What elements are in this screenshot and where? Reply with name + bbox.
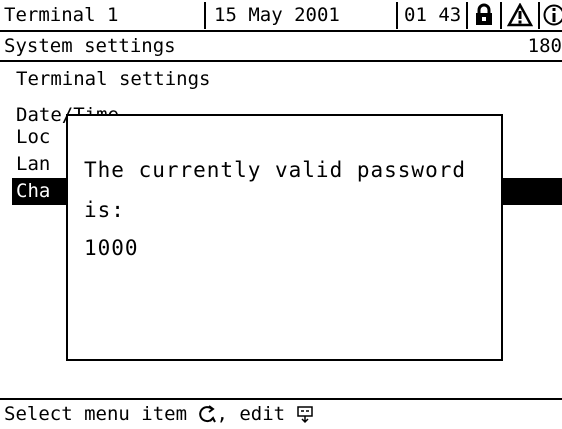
- menu-item-terminal-settings[interactable]: Terminal settings: [16, 66, 210, 93]
- status-bar: Terminal 1 15 May 2001 01 43: [0, 0, 562, 32]
- time-display: 01 43: [404, 4, 462, 26]
- lock-icon: [476, 3, 492, 25]
- footer-hint: Select menu item , edit: [4, 400, 313, 429]
- status-separator: [538, 2, 540, 29]
- dialog-message-line2: is:: [84, 198, 125, 222]
- terminal-label: Terminal 1: [4, 4, 119, 26]
- date-display: 15 May 2001: [214, 4, 340, 26]
- ok-button-icon: [296, 405, 313, 423]
- status-separator: [500, 2, 502, 29]
- header-value: 180: [527, 35, 562, 57]
- status-separator: [204, 2, 206, 29]
- dialog-message-line1: The currently valid password: [84, 158, 467, 182]
- status-separator: [466, 2, 468, 29]
- status-separator: [396, 2, 398, 29]
- menu-item-lan[interactable]: Lan: [16, 151, 50, 178]
- rotary-knob-icon: [199, 404, 217, 422]
- menu-header: System settings 180: [0, 32, 562, 62]
- footer-hint-part1: Select menu item: [4, 403, 188, 425]
- menu-item-loc[interactable]: Loc: [16, 124, 50, 151]
- warning-icon: [507, 3, 533, 27]
- password-dialog: The currently valid password is: 1000: [66, 114, 503, 361]
- page-title: System settings: [4, 35, 176, 57]
- password-value: 1000: [84, 236, 139, 260]
- footer-hint-bar: Select menu item , edit: [0, 398, 562, 429]
- terminal-screen: Terminal 1 15 May 2001 01 43 System sett…: [0, 0, 562, 429]
- info-icon: [543, 4, 562, 26]
- footer-hint-part2: , edit: [216, 403, 286, 425]
